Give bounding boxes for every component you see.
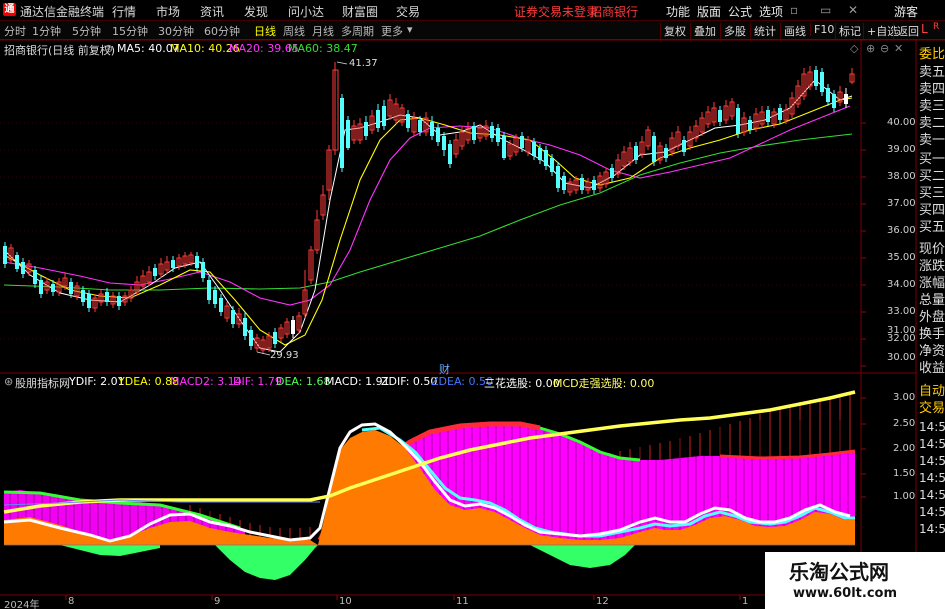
sidebar-volume: 总量: [919, 293, 945, 308]
date-nov: 11: [456, 596, 469, 607]
sidebar-trade[interactable]: 交易: [919, 401, 945, 416]
ind-tick-2: 2.00: [893, 443, 916, 454]
sidebar-sell1: 卖一: [919, 133, 945, 148]
price-tick-38: 38.00: [887, 171, 916, 182]
sidebar-turnover: 换手: [919, 327, 945, 342]
ind-tick-2-5: 2.50: [893, 418, 916, 429]
watermark-url: www.60lt.com: [793, 586, 898, 601]
ind-tick-1-5: 1.50: [893, 468, 916, 479]
ydif-label: YDIF: 2.01: [69, 375, 125, 388]
ma10-line: [3, 97, 853, 346]
sidebar-buy4: 买四: [919, 203, 945, 218]
ind-tick-1: 1.00: [893, 491, 916, 502]
watermark-name: 乐淘公式网: [789, 560, 889, 584]
sidebar-buy2: 买二: [919, 169, 945, 184]
date-2024: 2024年: [4, 600, 40, 609]
green-area-mid: [215, 545, 318, 580]
date-sep: 9: [214, 596, 221, 607]
dea-label: DEA: 1.68: [276, 375, 331, 388]
sidebar-time-3: 14:56: [919, 454, 945, 468]
sidebar-time-4: 14:56: [919, 471, 945, 485]
app-root: 通 通达信金融终端 行情 市场 资讯 发现 问小达 财富圈 交易 证券交易未登录…: [0, 0, 945, 609]
sanhua-label: 三花选股: 0.00: [484, 377, 560, 390]
sidebar-time-7: 14:56: [919, 522, 945, 536]
date-oct: 10: [339, 596, 352, 607]
sidebar-price: 现价: [919, 242, 945, 257]
high-price-label: 41.37: [349, 58, 378, 69]
sidebar-buy5: 买五: [919, 220, 945, 235]
price-tick-40: 40.00: [887, 117, 916, 128]
ind-tick-3: 3.00: [893, 392, 916, 403]
sidebar-income: 收益: [919, 361, 945, 376]
date-dec: 12: [596, 596, 609, 607]
price-tick-33: 33.00: [887, 306, 916, 317]
sidebar-outer: 外盘: [919, 310, 945, 325]
zdif-label: ZDIF: 0.50: [381, 375, 438, 388]
indicator-settings-icon[interactable]: ⊛: [4, 375, 13, 388]
mcd-label: MCD走强选股: 0.00: [553, 377, 655, 390]
price-tick-34: 34.00: [887, 279, 916, 290]
sidebar-net-asset: 净资: [919, 344, 945, 359]
price-tick-31: 31.00: [887, 325, 916, 336]
sidebar-sell5: 卖五: [919, 65, 945, 80]
low-price-label: 29.93: [270, 350, 299, 361]
price-tick-35: 35.00: [887, 252, 916, 263]
candlesticks: [3, 62, 855, 354]
price-tick-30: 30.00: [887, 352, 916, 363]
ma20-line: [3, 105, 851, 306]
green-area-left: [60, 545, 160, 556]
date-jan: 1: [742, 596, 749, 607]
sidebar-time-5: 14:56: [919, 488, 945, 502]
sidebar-time-2: 14:56: [919, 437, 945, 451]
sidebar-sell3: 卖三: [919, 99, 945, 114]
green-area-right: [530, 545, 635, 568]
dif-label: DIF: 1.79: [233, 375, 282, 388]
macd-label: MACD: 1.91: [325, 375, 390, 388]
price-tick-36: 36.00: [887, 225, 916, 236]
sidebar-buy1: 买一: [919, 152, 945, 167]
date-aug: 8: [68, 596, 75, 607]
sidebar-time-1: 14:56: [919, 420, 945, 434]
macd2-label: MACD2: 3.14: [170, 375, 242, 388]
sidebar-sell2: 卖二: [919, 116, 945, 131]
sidebar-sell4: 卖四: [919, 82, 945, 97]
ma60-line: [3, 133, 853, 291]
indicator-title: 股朋指标网: [15, 377, 70, 390]
sidebar-change-pct: 涨幅: [919, 276, 945, 291]
price-tick-39: 39.00: [887, 144, 916, 155]
sidebar-auto[interactable]: 自动: [919, 384, 945, 399]
sidebar-buy3: 买三: [919, 186, 945, 201]
kline-chart: [0, 39, 945, 600]
sidebar-change: 涨跌: [919, 259, 945, 274]
price-tick-37: 37.00: [887, 198, 916, 209]
sidebar-weibi: 委比: [919, 47, 945, 62]
sidebar-time-6: 14:56: [919, 505, 945, 519]
